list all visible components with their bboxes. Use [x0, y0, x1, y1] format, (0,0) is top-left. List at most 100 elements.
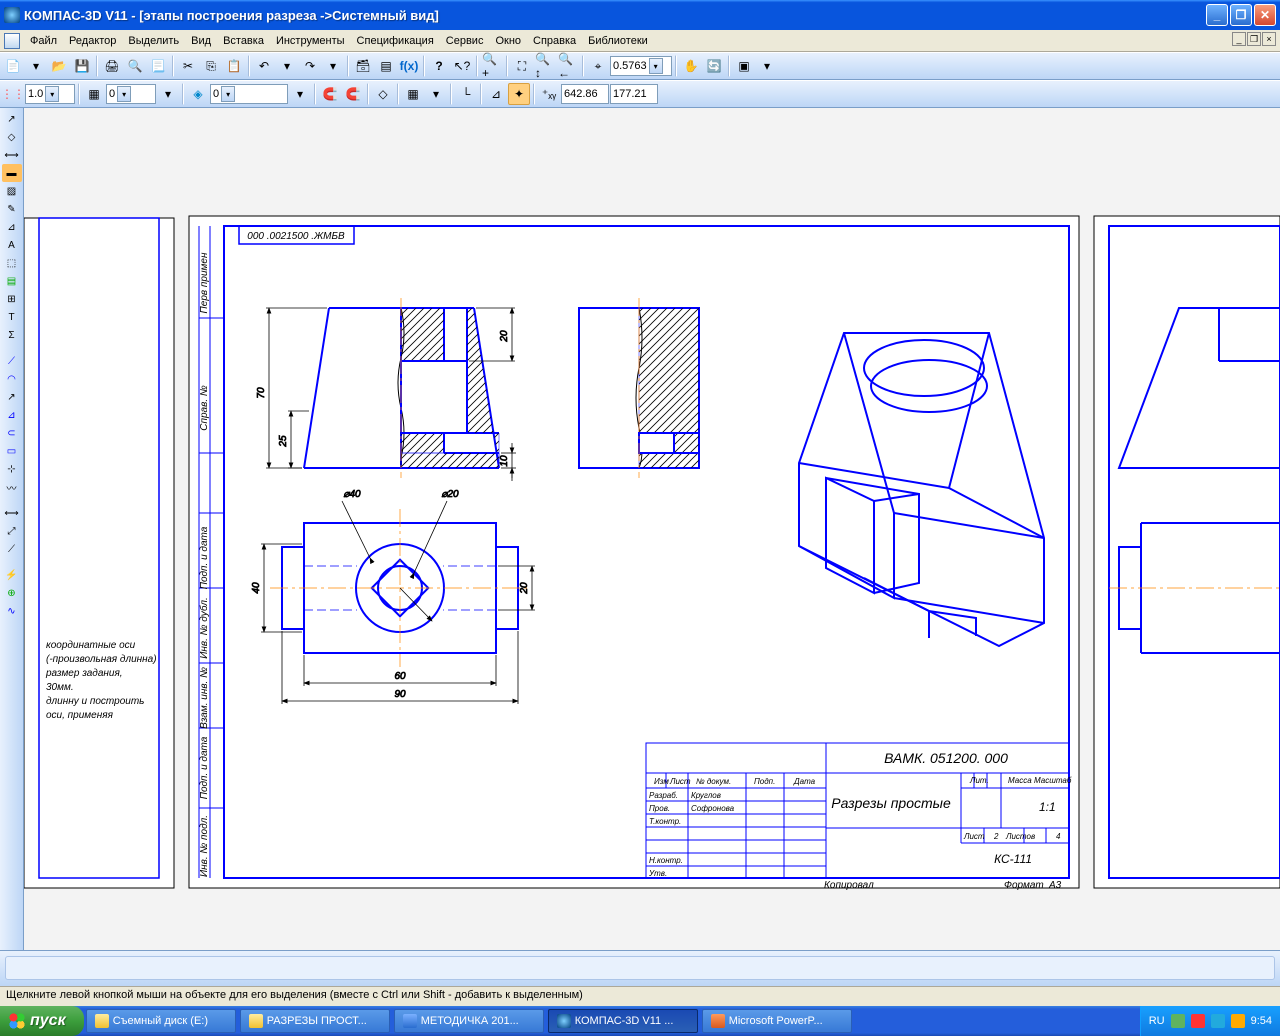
tool-dimh-icon[interactable]: ⟷ [2, 504, 22, 522]
tool-wave-icon[interactable]: 〰 [2, 478, 22, 496]
menu-window[interactable]: Окно [489, 33, 527, 49]
grid-btn-1[interactable]: ◇ [372, 83, 394, 105]
menu-editor[interactable]: Редактор [63, 33, 122, 49]
tool-param-icon[interactable]: ⊿ [2, 218, 22, 236]
tool-axis-icon[interactable]: ⊹ [2, 460, 22, 478]
lcs-button[interactable]: ✦ [508, 83, 530, 105]
tool-lead-icon[interactable]: ↗ [2, 388, 22, 406]
tool-s2-icon[interactable]: ▤ [2, 272, 22, 290]
menu-file[interactable]: Файл [24, 33, 63, 49]
zoom-prev-button[interactable]: 🔍← [557, 55, 579, 77]
mdi-close-button[interactable]: × [1262, 32, 1276, 46]
new-doc-button[interactable]: 📄 [2, 55, 24, 77]
document-icon[interactable] [4, 33, 20, 49]
state-btn-2[interactable]: ▦ [83, 83, 105, 105]
step-select[interactable]: 0▾ [106, 84, 156, 104]
page-button[interactable]: 📃 [147, 55, 169, 77]
tool-line-icon[interactable]: ◇ [2, 128, 22, 146]
open-button[interactable]: 📂 [48, 55, 70, 77]
undo-button[interactable]: ↶ [253, 55, 275, 77]
coord-y-input[interactable] [610, 84, 658, 104]
copy-button[interactable]: ⎘ [200, 55, 222, 77]
tool-light-icon[interactable]: ⚡ [2, 566, 22, 584]
mdi-minimize-button[interactable]: _ [1232, 32, 1246, 46]
preview-button[interactable]: 🔍 [124, 55, 146, 77]
tool-curve-icon[interactable]: ∿ [2, 602, 22, 620]
pan-button[interactable]: ✋ [680, 55, 702, 77]
tool-target-icon[interactable]: ⊕ [2, 584, 22, 602]
tool-spline-icon[interactable]: ◠ [2, 370, 22, 388]
layers-button[interactable]: ▤ [375, 55, 397, 77]
taskbar-item[interactable]: Microsoft PowerP... [702, 1009, 852, 1033]
start-button[interactable]: пуск [0, 1006, 84, 1036]
manager-button[interactable]: 🗃 [352, 55, 374, 77]
tool-s3-icon[interactable]: Σ [2, 326, 22, 344]
drawing-canvas[interactable]: координатные оси (-произвольная длинна) … [24, 108, 1280, 950]
tool-point-icon[interactable]: ↗ [2, 110, 22, 128]
taskbar-item[interactable]: МЕТОДИЧКА 201... [394, 1009, 544, 1033]
system-tray[interactable]: RU 9:54 [1140, 1006, 1280, 1036]
tray-icon[interactable] [1191, 1014, 1205, 1028]
redraw-button[interactable]: 🔄 [703, 55, 725, 77]
tool-edit-icon[interactable]: ✎ [2, 200, 22, 218]
tool-measure-icon[interactable]: A [2, 236, 22, 254]
views-dd-button[interactable]: ▾ [756, 55, 778, 77]
layer-select[interactable]: 0▾ [210, 84, 288, 104]
vars-button[interactable]: f(x) [398, 55, 420, 77]
tool-t-icon[interactable]: ⊞ [2, 290, 22, 308]
window-close-button[interactable]: ✕ [1254, 4, 1276, 26]
save-button[interactable]: 💾 [71, 55, 93, 77]
tool-ch-icon[interactable]: ⊿ [2, 406, 22, 424]
state-btn-4[interactable]: ▾ [289, 83, 311, 105]
round-button[interactable]: ⊿ [485, 83, 507, 105]
property-panel-inner[interactable] [5, 956, 1275, 980]
menu-view[interactable]: Вид [185, 33, 217, 49]
menu-help[interactable]: Справка [527, 33, 582, 49]
help-button[interactable]: ? [428, 55, 450, 77]
redo-button[interactable]: ↷ [299, 55, 321, 77]
tool-dimr-icon[interactable]: ⟋ [2, 540, 22, 558]
zoom-window-button[interactable]: ⛶ [511, 55, 533, 77]
undo-dd-button[interactable]: ▾ [276, 55, 298, 77]
tray-icon[interactable] [1171, 1014, 1185, 1028]
scale-select[interactable]: 1.0▾ [25, 84, 75, 104]
snap-off-button[interactable]: 🧲 [342, 83, 364, 105]
mdi-restore-button[interactable]: ❐ [1247, 32, 1261, 46]
taskbar-item[interactable]: РАЗРЕЗЫ ПРОСТ... [240, 1009, 390, 1033]
taskbar-item-active[interactable]: КОМПАС-3D V11 ... [548, 1009, 698, 1033]
new-dropdown-button[interactable]: ▾ [25, 55, 47, 77]
paste-button[interactable]: 📋 [223, 55, 245, 77]
taskbar-item[interactable]: Съемный диск (E:) [86, 1009, 236, 1033]
grid-btn-2[interactable]: ▦ [402, 83, 424, 105]
cut-button[interactable]: ✂ [177, 55, 199, 77]
tool-hatch-icon[interactable]: ▨ [2, 182, 22, 200]
redo-dd-button[interactable]: ▾ [322, 55, 344, 77]
tool-arc-icon[interactable]: ⟋ [2, 352, 22, 370]
layer-icon[interactable]: ◈ [187, 83, 209, 105]
grid-btn-3[interactable]: ▾ [425, 83, 447, 105]
zoom-box-button[interactable]: ⌖ [587, 55, 609, 77]
zoom-in-button[interactable]: 🔍+ [481, 55, 503, 77]
tool-text-icon[interactable]: T [2, 308, 22, 326]
coord-x-input[interactable] [561, 84, 609, 104]
views-button[interactable]: ▣ [733, 55, 755, 77]
help-arrow-button[interactable]: ↖? [451, 55, 473, 77]
zoom-select[interactable]: 0.5763▾ [610, 56, 672, 76]
zoom-realtime-button[interactable]: 🔍↕ [534, 55, 556, 77]
tool-dim-icon[interactable]: ⟷ [2, 146, 22, 164]
tool-surface-icon[interactable]: ▬ [2, 164, 22, 182]
print-button[interactable]: 🖨 [101, 55, 123, 77]
tool-rect-icon[interactable]: ▭ [2, 442, 22, 460]
lang-indicator[interactable]: RU [1149, 1015, 1165, 1027]
state-btn-3[interactable]: ▾ [157, 83, 179, 105]
menu-select[interactable]: Выделить [122, 33, 185, 49]
tool-select-icon[interactable]: ⬚ [2, 254, 22, 272]
window-minimize-button[interactable]: _ [1206, 4, 1228, 26]
tray-icon[interactable] [1231, 1014, 1245, 1028]
state-btn-1[interactable]: ⋮⋮ [2, 83, 24, 105]
tool-dimv-icon[interactable]: ⤢ [2, 522, 22, 540]
menu-tools[interactable]: Инструменты [270, 33, 351, 49]
ortho-button[interactable]: └ [455, 83, 477, 105]
clock[interactable]: 9:54 [1251, 1015, 1272, 1027]
snap-on-button[interactable]: 🧲 [319, 83, 341, 105]
